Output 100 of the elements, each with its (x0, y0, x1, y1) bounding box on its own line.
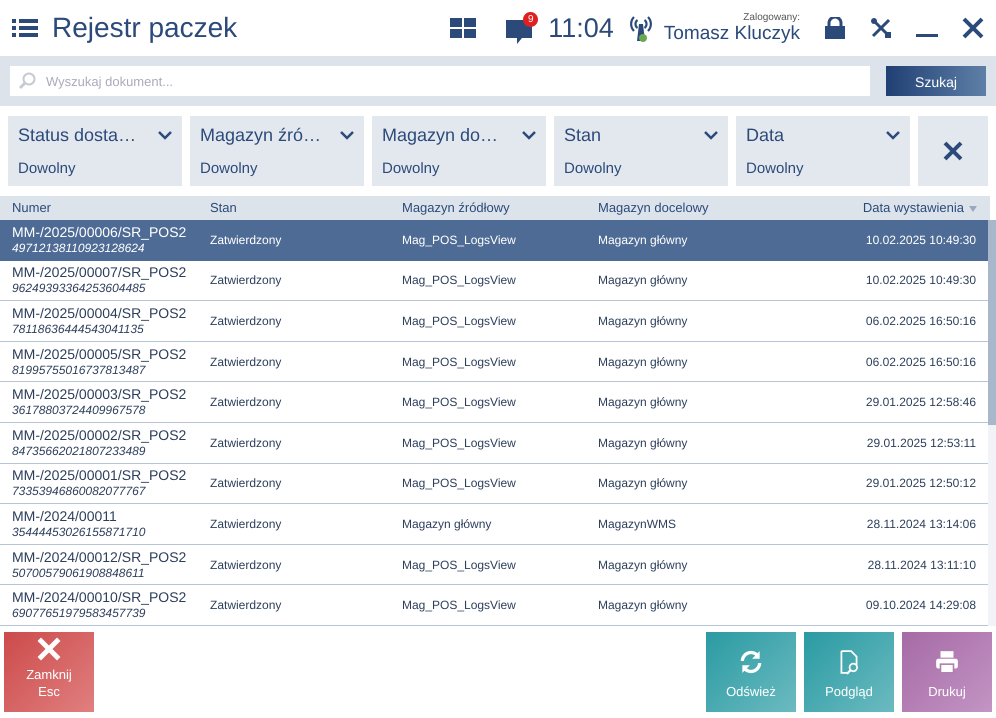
close-icon[interactable] (962, 17, 984, 39)
chevron-down-icon (886, 131, 900, 140)
target-warehouse: Magazyn główny (598, 436, 688, 450)
document-number: MM-/2024/00011 (12, 508, 118, 525)
source-warehouse: Mag_POS_LogsView (402, 354, 516, 369)
filter-value: Dowolny (200, 158, 259, 178)
tools-icon[interactable] (870, 17, 892, 39)
document-number: MM-/2024/00012/SR_POS2 (12, 548, 188, 566)
state: Zatwierdzony (210, 314, 282, 328)
filter-value: Dowolny (746, 158, 805, 178)
source-warehouse: Mag_POS_LogsView (402, 395, 516, 410)
state: Zatwierdzony (210, 516, 282, 531)
barcode-number: 73353946860082077767 (12, 484, 147, 500)
chevron-down-icon (522, 131, 536, 140)
target-warehouse: Magazyn główny (598, 232, 688, 247)
column-header[interactable]: Magazyn docelowy (590, 198, 790, 218)
logged-label: Zalogowany: (743, 12, 800, 22)
issue-date: 29.01.2025 12:58:46 (866, 395, 976, 410)
filter-dropdown[interactable]: Data Dowolny (736, 116, 910, 186)
chevron-down-icon (158, 131, 172, 140)
close-icon (36, 636, 62, 662)
column-header[interactable]: Stan (198, 198, 394, 218)
lock-icon[interactable] (824, 17, 846, 39)
filter-value: Dowolny (18, 158, 77, 178)
state: Zatwierdzony (210, 232, 282, 247)
barcode-number: 50700579061908848611 (12, 566, 146, 581)
barcode-number: 81995755016737813487 (12, 362, 147, 378)
target-warehouse: Magazyn główny (598, 273, 688, 288)
document-number: MM-/2025/00004/SR_POS2 (12, 304, 188, 322)
filter-label: Magazyn do… (382, 124, 498, 147)
tiles-icon[interactable] (450, 18, 476, 38)
notification-count: 9 (523, 12, 538, 27)
state: Zatwierdzony (210, 558, 282, 572)
filter-dropdown[interactable]: Status dosta… Dowolny (8, 116, 182, 186)
filter-label: Status dosta… (18, 124, 136, 147)
source-warehouse: Mag_POS_LogsView (402, 273, 516, 288)
refresh-icon (738, 648, 764, 674)
close-icon (943, 141, 963, 161)
menu-icon[interactable] (12, 18, 38, 38)
filter-dropdown[interactable]: Magazyn źró… Dowolny (190, 116, 364, 186)
source-warehouse: Magazyn główny (402, 516, 492, 531)
filter-dropdown[interactable]: Magazyn do… Dowolny (372, 116, 546, 186)
target-warehouse: Magazyn główny (598, 476, 688, 490)
issue-date: 09.10.2024 14:29:08 (866, 598, 976, 612)
filter-dropdown[interactable]: Stan Dowolny (554, 116, 728, 186)
app-title: Rejestr paczek (52, 11, 238, 45)
document-number: MM-/2025/00001/SR_POS2 (12, 467, 188, 484)
target-warehouse: Magazyn główny (598, 395, 688, 410)
filter-label: Stan (564, 124, 602, 147)
issue-date: 06.02.2025 16:50:16 (866, 354, 976, 369)
document-number: MM-/2025/00003/SR_POS2 (12, 386, 188, 404)
barcode-number: 69077651979583457739 (12, 606, 146, 622)
source-warehouse: Mag_POS_LogsView (402, 598, 516, 612)
filter-value: Dowolny (564, 158, 623, 178)
filter-label: Data (746, 124, 784, 147)
barcode-number: 96249393364253604485 (12, 281, 146, 296)
source-warehouse: Mag_POS_LogsView (402, 232, 516, 247)
state: Zatwierdzony (210, 598, 282, 612)
barcode-number: 35444453026155871710 (12, 524, 146, 540)
column-header[interactable]: Magazyn źródłowy (394, 198, 590, 218)
printer-icon (934, 648, 960, 674)
filter-value: Dowolny (382, 158, 441, 178)
state: Zatwierdzony (210, 354, 282, 369)
issue-date: 06.02.2025 16:50:16 (866, 314, 976, 328)
clear-filters-button[interactable] (918, 116, 988, 186)
column-header[interactable]: Numer (0, 198, 198, 218)
filter-label: Magazyn źró… (200, 124, 322, 147)
document-number: MM-/2024/00010/SR_POS2 (12, 589, 188, 606)
target-warehouse: MagazynWMS (598, 516, 676, 531)
document-number: MM-/2025/00007/SR_POS2 (12, 264, 188, 282)
target-warehouse: Magazyn główny (598, 354, 688, 369)
document-number: MM-/2025/00005/SR_POS2 (12, 346, 188, 363)
table-row[interactable]: MM-/2025/00007/SR_POS2 96249393364253604485 Zatwierdzony Mag_POS_LogsView Magazyn główny 10.02.2025 10:49:30 (0, 260, 988, 302)
issue-date: 29.01.2025 12:50:12 (866, 476, 976, 490)
document-number: MM-/2025/00002/SR_POS2 (12, 426, 188, 444)
state: Zatwierdzony (210, 273, 282, 288)
source-warehouse: Mag_POS_LogsView (402, 558, 516, 572)
close-button[interactable]: Zamknij Esc (4, 632, 94, 712)
chevron-down-icon (340, 131, 354, 140)
issue-date: 10.02.2025 10:49:30 (866, 273, 976, 288)
target-warehouse: Magazyn główny (598, 314, 688, 328)
target-warehouse: Magazyn główny (598, 598, 688, 612)
target-warehouse: Magazyn główny (598, 558, 688, 572)
user-name: Tomasz Kluczyk (664, 22, 800, 44)
scroll-thumb[interactable] (988, 220, 996, 425)
barcode-number: 36178803724409967578 (12, 403, 146, 418)
barcode-number: 49712138110923128624 (12, 240, 146, 256)
source-warehouse: Mag_POS_LogsView (402, 314, 516, 328)
table-row[interactable]: MM-/2025/00006/SR_POS2 49712138110923128624 Zatwierdzony Mag_POS_LogsView Magazyn główny 10.02.2025 10:49:30 (0, 220, 988, 261)
barcode-number: 84735662021807233489 (12, 444, 146, 459)
state: Zatwierdzony (210, 395, 282, 410)
state: Zatwierdzony (210, 476, 282, 490)
search-button[interactable]: Szukaj (886, 66, 986, 96)
scrollbar[interactable] (988, 220, 996, 626)
table-row[interactable]: MM-/2025/00001/SR_POS2 73353946860082077767 Zatwierdzony Mag_POS_LogsView Magazyn główny 29.01.2025 12:50:12 (0, 464, 988, 504)
source-warehouse: Mag_POS_LogsView (402, 436, 516, 450)
issue-date: 28.11.2024 13:14:06 (866, 516, 976, 531)
column-header[interactable]: Data wystawienia (790, 198, 990, 218)
document-number: MM-/2025/00006/SR_POS2 (12, 224, 188, 241)
chevron-down-icon (704, 131, 718, 140)
